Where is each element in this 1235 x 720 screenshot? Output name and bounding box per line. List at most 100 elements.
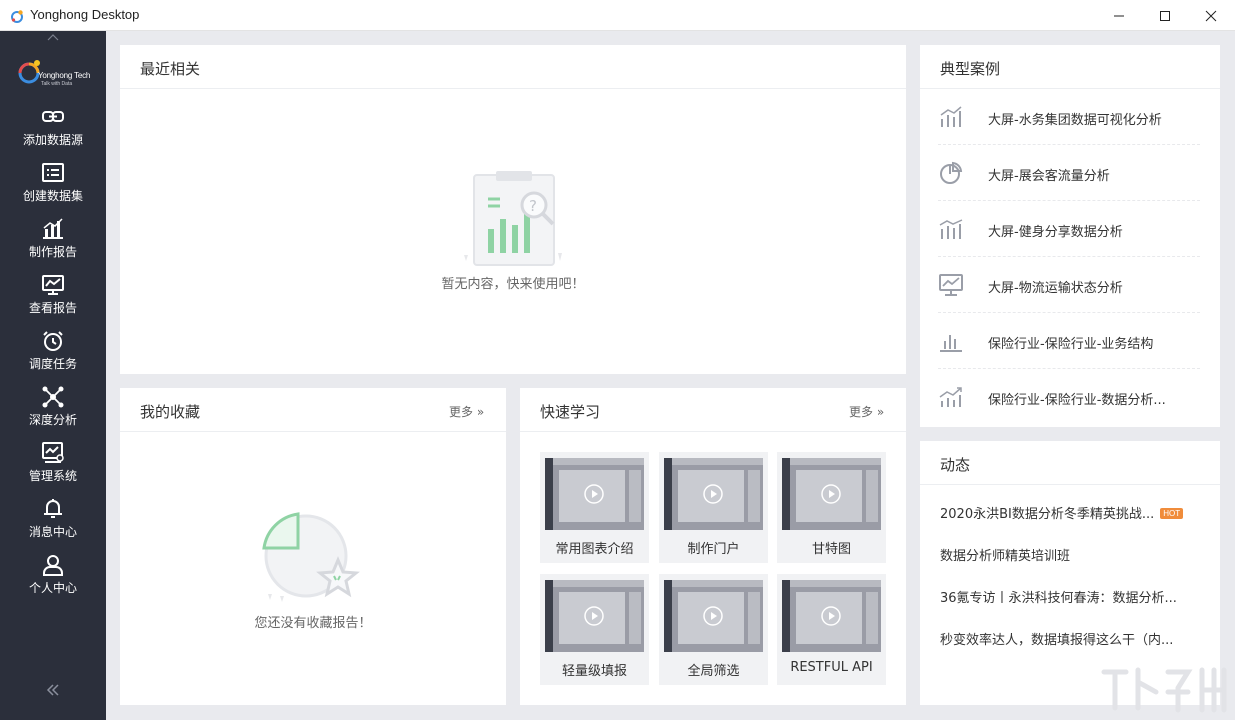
- news-item[interactable]: 数据分析师精英培训班: [940, 545, 1202, 564]
- title-bar: Yonghong Desktop: [0, 0, 1235, 31]
- video-thumbnail: [782, 580, 881, 652]
- brand-logo: Yonghong Tech Talk with Data: [17, 57, 97, 91]
- quick-learn-panel: 快速学习 更多 » 常用图表介绍 制作门户 甘特图 轻量级填报 全局筛选 RES…: [520, 388, 906, 705]
- bell-icon: [44, 499, 62, 518]
- video-tile[interactable]: RESTFUL API: [777, 574, 886, 685]
- double-chevron-right-icon: »: [873, 405, 885, 419]
- sidebar-item-view-report[interactable]: 查看报告: [0, 273, 106, 329]
- trend-arrow-icon: [939, 387, 962, 407]
- play-icon: [703, 606, 723, 626]
- chevron-up-icon[interactable]: [47, 33, 59, 41]
- bar-trend-icon: [940, 106, 962, 127]
- network-icon: [42, 386, 64, 408]
- sidebar-item-label: 添加数据源: [22, 133, 83, 147]
- sidebar-item-label: 制作报告: [28, 245, 77, 259]
- sidebar-item-add-datasource[interactable]: 添加数据源: [0, 105, 106, 161]
- news-label: 2020永洪BI数据分析冬季精英挑战...: [940, 507, 1155, 522]
- close-icon: [1205, 10, 1217, 21]
- case-label: 大屏-健身分享数据分析: [988, 225, 1123, 240]
- sidebar-item-make-report[interactable]: 制作报告: [0, 217, 106, 273]
- more-label: 更多: [449, 405, 474, 419]
- sidebar-item-label: 查看报告: [28, 301, 77, 315]
- play-icon: [703, 484, 723, 504]
- video-tile[interactable]: 轻量级填报: [540, 574, 649, 685]
- video-tile[interactable]: 全局筛选: [659, 574, 768, 685]
- recent-empty-text: 暂无内容，快来使用吧！: [441, 277, 585, 292]
- sidebar-item-create-dataset[interactable]: 创建数据集: [0, 161, 106, 217]
- news-label: 数据分析师精英培训班: [940, 549, 1071, 564]
- video-thumbnail: [664, 458, 763, 530]
- favorites-more-link[interactable]: 更多 »: [449, 403, 484, 420]
- case-label: 大屏-水务集团数据可视化分析: [988, 113, 1162, 128]
- user-icon: [43, 555, 63, 576]
- hot-badge: HOT: [1160, 508, 1184, 519]
- recent-panel: 最近相关 ? 暂无内容，快来使用吧！: [120, 45, 906, 374]
- video-thumbnail: [782, 458, 881, 530]
- pie-chart-icon: [940, 161, 963, 184]
- play-icon: [821, 606, 841, 626]
- minimize-button[interactable]: [1096, 0, 1142, 31]
- sidebar: Yonghong Tech Talk with Data 添加数据源 创建数据集…: [0, 31, 106, 720]
- news-item[interactable]: 秒变效率达人，数据填报得这么干（内...: [940, 629, 1202, 648]
- video-title: 轻量级填报: [561, 664, 627, 679]
- news-label: 秒变效率达人，数据填报得这么干（内...: [940, 633, 1174, 648]
- case-item[interactable]: 大屏-健身分享数据分析: [938, 201, 1200, 257]
- bar-chart-icon: [940, 335, 962, 352]
- window-title: Yonghong Desktop: [30, 7, 140, 22]
- admin-monitor-icon: [42, 442, 64, 463]
- video-title: 全局筛选: [687, 664, 740, 679]
- video-tile[interactable]: 常用图表介绍: [540, 452, 649, 563]
- cases-panel: 典型案例 大屏-水务集团数据可视化分析 大屏-展会客流量分析 大屏-健身分享数据…: [920, 45, 1220, 427]
- case-label: 保险行业-保险行业-业务结构: [988, 337, 1154, 352]
- sidebar-item-message-center[interactable]: 消息中心: [0, 497, 106, 553]
- video-tile[interactable]: 甘特图: [777, 452, 886, 563]
- case-item[interactable]: 大屏-物流运输状态分析: [938, 257, 1200, 313]
- divider: [520, 431, 906, 432]
- watermark-logo-icon: [1101, 667, 1227, 713]
- close-button[interactable]: [1188, 0, 1234, 31]
- case-label: 大屏-展会客流量分析: [988, 169, 1110, 184]
- sidebar-item-admin-system[interactable]: 管理系统: [0, 441, 106, 497]
- monitor-chart-icon: [939, 274, 963, 296]
- maximize-button[interactable]: [1142, 0, 1188, 31]
- sidebar-item-schedule-task[interactable]: 调度任务: [0, 329, 106, 385]
- video-title: RESTFUL API: [790, 660, 873, 675]
- favorites-empty-text: 您还没有收藏报告！: [254, 616, 372, 631]
- sidebar-item-personal-center[interactable]: 个人中心: [0, 553, 106, 609]
- divider: [920, 484, 1220, 485]
- case-item[interactable]: 保险行业-保险行业-业务结构: [938, 313, 1200, 369]
- play-icon: [584, 484, 604, 504]
- case-label: 大屏-物流运输状态分析: [988, 281, 1123, 296]
- logo-slogan-text: Talk with Data: [41, 81, 73, 87]
- play-icon: [821, 484, 841, 504]
- case-item[interactable]: 大屏-水务集团数据可视化分析: [938, 89, 1200, 145]
- divider: [120, 88, 906, 89]
- video-tile[interactable]: 制作门户: [659, 452, 768, 563]
- video-title: 常用图表介绍: [555, 542, 634, 557]
- case-item[interactable]: 大屏-展会客流量分析: [938, 145, 1200, 201]
- sidebar-item-deep-analysis[interactable]: 深度分析: [0, 385, 106, 441]
- case-item[interactable]: 保险行业-保险行业-数据分析...: [938, 369, 1200, 425]
- quick-learn-title: 快速学习: [540, 403, 601, 421]
- news-item[interactable]: 2020永洪BI数据分析冬季精英挑战... HOT: [940, 503, 1202, 522]
- sidebar-item-label: 创建数据集: [22, 189, 83, 203]
- sidebar-item-label: 消息中心: [28, 525, 77, 539]
- more-label: 更多: [849, 405, 874, 419]
- video-thumbnail: [664, 580, 763, 652]
- video-thumbnail: [545, 580, 644, 652]
- news-item[interactable]: 36氪专访丨永洪科技何春涛：数据分析...: [940, 587, 1202, 606]
- empty-favorites-illustration-icon: [262, 512, 360, 602]
- sidebar-item-label: 个人中心: [28, 581, 77, 595]
- favorites-panel: 我的收藏 更多 » 您还没有收藏报告！: [120, 388, 506, 705]
- svg-text:?: ?: [529, 197, 537, 215]
- dataset-icon: [42, 163, 64, 182]
- bar-chart-icon: [43, 218, 63, 239]
- bar-line-icon: [939, 219, 963, 239]
- empty-report-illustration-icon: ?: [464, 171, 562, 266]
- maximize-icon: [1160, 10, 1170, 21]
- quick-learn-more-link[interactable]: 更多 »: [849, 403, 884, 420]
- double-chevron-left-icon[interactable]: [45, 683, 61, 697]
- video-thumbnail: [545, 458, 644, 530]
- link-icon: [42, 111, 64, 122]
- minimize-icon: [1114, 15, 1124, 16]
